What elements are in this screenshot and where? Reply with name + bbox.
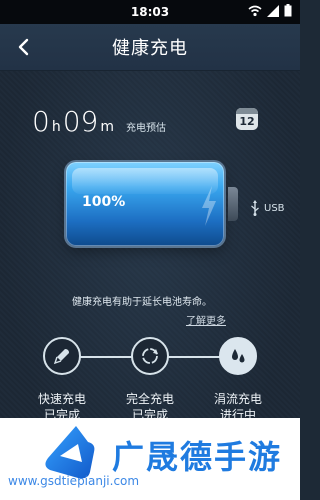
wifi-icon xyxy=(248,5,262,16)
charging-source: USB xyxy=(250,200,285,216)
status-time: 18:03 xyxy=(130,5,170,19)
battery-icon xyxy=(284,4,292,17)
charge-time-estimate: 0 h 09 m 充电预估 xyxy=(32,105,166,138)
drops-icon xyxy=(232,349,245,363)
estimate-label: 充电预估 xyxy=(125,123,166,134)
step-full-charge xyxy=(131,337,169,375)
banner-title: 广晟德手游 xyxy=(112,438,283,476)
calendar-day: 12 xyxy=(239,115,255,128)
minutes-value: 09 xyxy=(62,105,99,138)
rocket-icon xyxy=(53,349,69,365)
battery-gloss xyxy=(72,168,218,194)
banner-url: www.gsdtiepianji.com xyxy=(8,474,140,488)
step-label-trickle: 涓流充电 xyxy=(213,392,262,406)
usb-icon xyxy=(251,200,259,216)
step-trickle-charge xyxy=(219,337,257,375)
hours-unit: h xyxy=(51,119,61,135)
signal-icon xyxy=(267,4,279,17)
calendar-icon[interactable]: 12 xyxy=(236,108,258,130)
usb-label: USB xyxy=(264,202,285,214)
step-fast-charge xyxy=(43,337,81,375)
cycle-icon xyxy=(142,348,158,364)
health-tip: 健康充电有助于延长电池寿命。 xyxy=(72,297,212,308)
back-button[interactable] xyxy=(10,33,38,61)
status-icons xyxy=(248,4,292,17)
battery-percent: 100% xyxy=(82,194,126,210)
step-label-fast: 快速充电 xyxy=(37,392,86,406)
battery-cap xyxy=(228,187,238,221)
brand-logo-icon xyxy=(45,426,95,479)
minutes-unit: m xyxy=(100,119,114,135)
lightning-bolt-icon xyxy=(202,186,216,226)
learn-more-link[interactable]: 了解更多 xyxy=(186,312,226,327)
app-bar: 健康充电 xyxy=(0,24,300,71)
status-bar: 18:03 xyxy=(0,0,300,24)
hours-value: 0 xyxy=(32,105,50,138)
step-label-full: 完全充电 xyxy=(125,392,174,406)
page-title: 健康充电 xyxy=(112,38,188,59)
back-arrow-icon xyxy=(18,38,29,56)
